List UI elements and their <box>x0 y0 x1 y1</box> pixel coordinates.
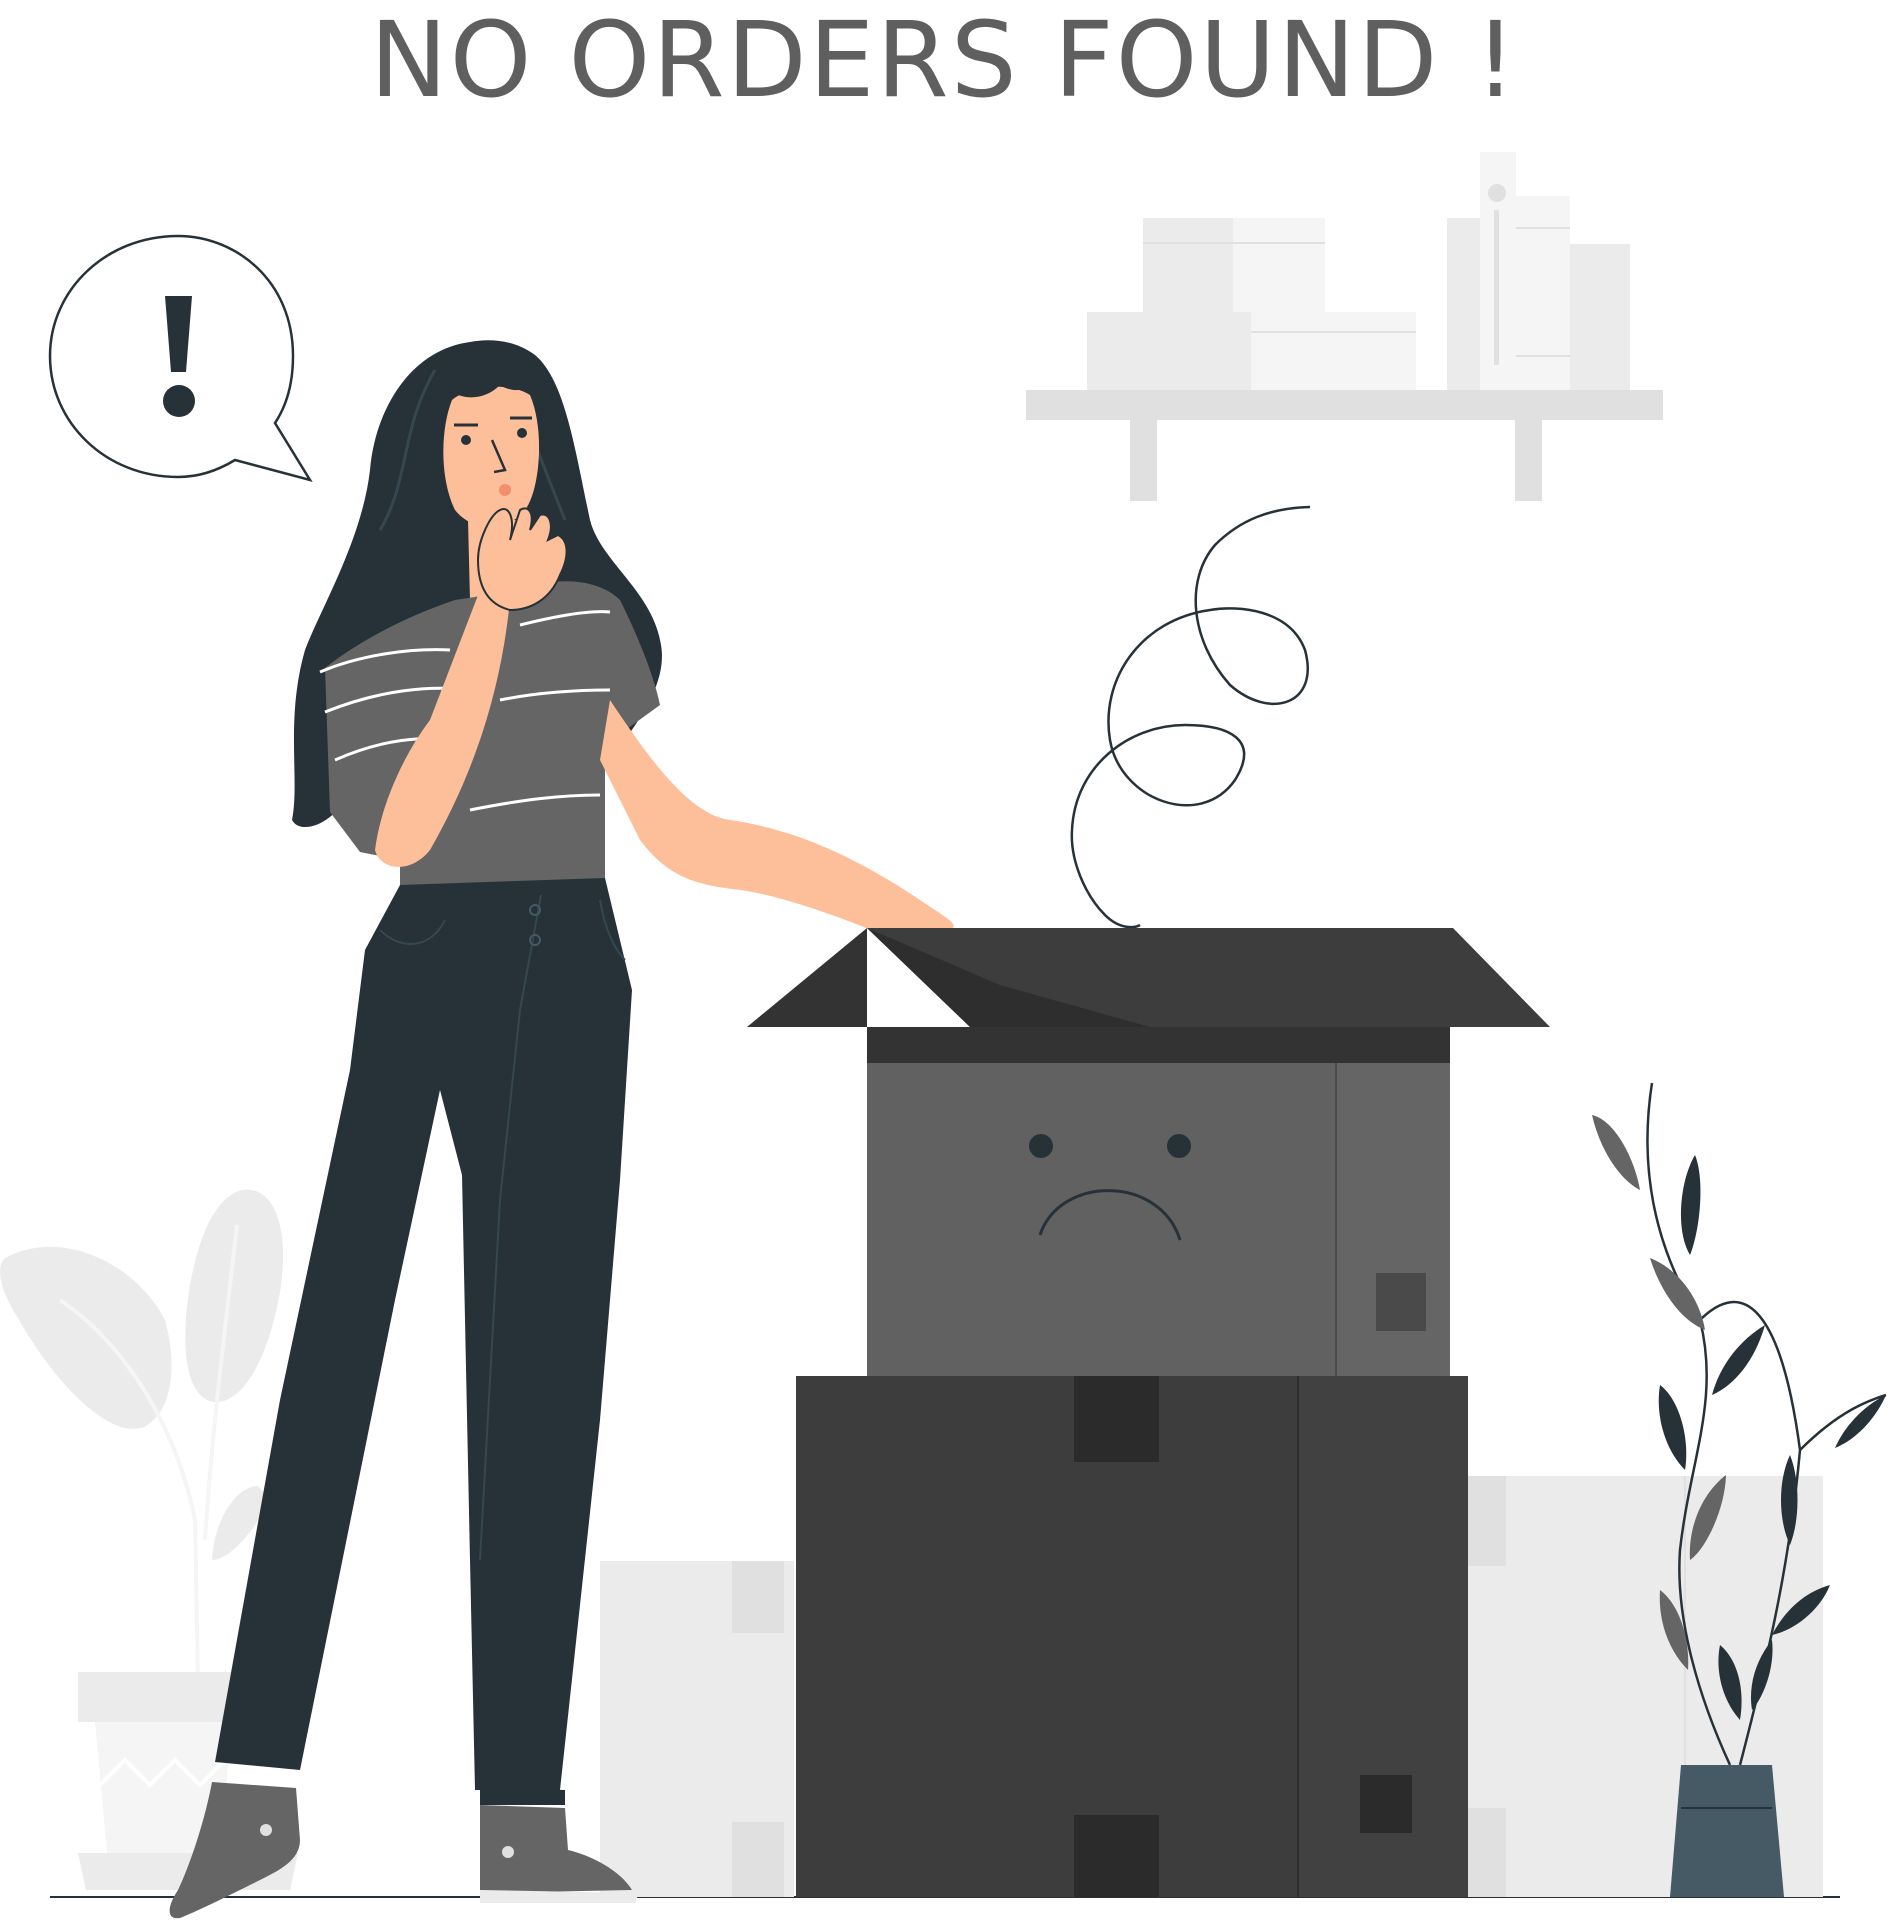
background-plant <box>0 1189 298 1890</box>
wall-shelf <box>1026 152 1663 501</box>
spring-doodle <box>1070 505 1311 929</box>
speech-bubble <box>48 234 313 483</box>
empty-orders-page: NO ORDERS FOUND ! <box>0 0 1888 1928</box>
empty-state-illustration <box>0 152 1887 1919</box>
main-box-stack <box>747 928 1550 1897</box>
